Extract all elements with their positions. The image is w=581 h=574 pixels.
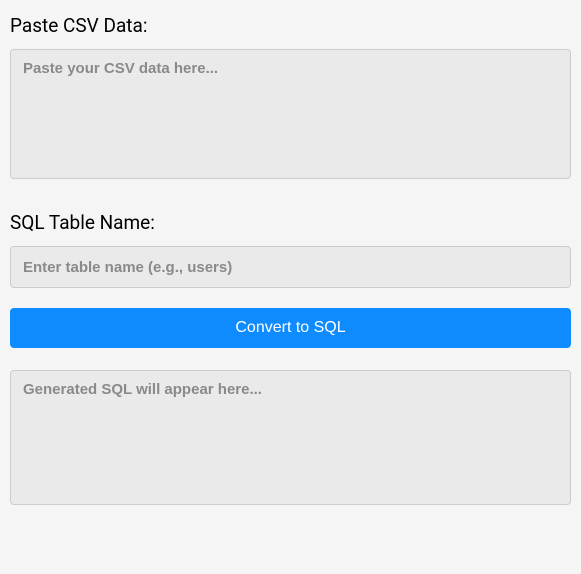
sql-output[interactable] xyxy=(10,370,571,505)
csv-data-input[interactable] xyxy=(10,49,571,179)
csv-data-label: Paste CSV Data: xyxy=(10,14,571,37)
table-name-label: SQL Table Name: xyxy=(10,211,571,234)
table-name-input[interactable] xyxy=(10,246,571,288)
convert-button[interactable]: Convert to SQL xyxy=(10,308,571,348)
